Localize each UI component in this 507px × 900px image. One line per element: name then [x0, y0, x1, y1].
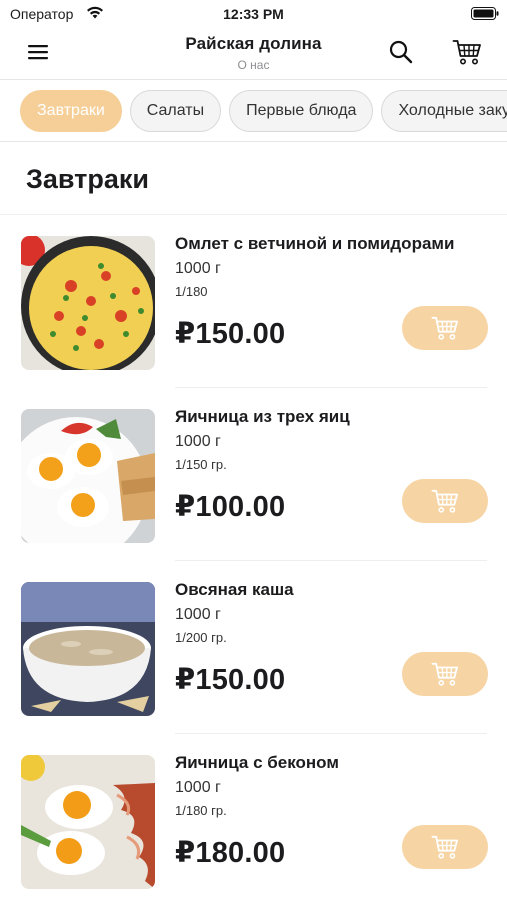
add-to-cart-button[interactable] — [402, 306, 488, 350]
category-chip-salads[interactable]: Салаты — [129, 90, 222, 132]
product-portion: 1/180 — [175, 284, 208, 299]
product-name: Яичница из трех яиц — [175, 407, 350, 426]
battery-icon — [471, 7, 499, 20]
product-image-oatmeal — [21, 582, 155, 716]
add-to-cart-button[interactable] — [402, 479, 488, 523]
product-portion: 1/150 гр. — [175, 457, 227, 472]
product-weight: 1000 г — [175, 779, 221, 796]
product-price: ₽100.00 — [175, 491, 286, 523]
add-to-cart-button[interactable] — [402, 825, 488, 869]
status-time: 12:33 PM — [223, 6, 284, 22]
product-price: ₽150.00 — [175, 664, 286, 696]
cart-add-icon — [431, 835, 458, 859]
product-name: Яичница с беконом — [175, 753, 339, 772]
product-card[interactable]: Омлет с ветчиной и помидорами 1000 г 1/1… — [0, 216, 507, 388]
divider — [0, 214, 507, 215]
product-weight: 1000 г — [175, 260, 221, 277]
app-header: Райская долина О нас — [0, 28, 507, 80]
product-card[interactable]: Овсяная каша 1000 г 1/200 гр. ₽150.00 — [0, 562, 507, 734]
cart-add-icon — [431, 662, 458, 686]
product-portion: 1/200 гр. — [175, 630, 227, 645]
product-price: ₽150.00 — [175, 318, 286, 350]
product-image-omelette — [21, 236, 155, 370]
product-weight: 1000 г — [175, 606, 221, 623]
about-link[interactable]: О нас — [0, 58, 507, 72]
product-image-eggs-bacon — [21, 755, 155, 889]
category-tabs: Завтраки Салаты Первые блюда Холодные за… — [0, 80, 507, 142]
category-chip-cold-appetizers[interactable]: Холодные закуски — [381, 90, 507, 132]
add-to-cart-button[interactable] — [402, 652, 488, 696]
cart-add-icon — [431, 316, 458, 340]
product-weight: 1000 г — [175, 433, 221, 450]
restaurant-title: Райская долина — [185, 34, 322, 53]
product-price: ₽180.00 — [175, 837, 286, 869]
search-icon[interactable] — [388, 39, 414, 65]
product-portion: 1/180 гр. — [175, 803, 227, 818]
divider — [175, 387, 487, 388]
divider — [175, 560, 487, 561]
cart-add-icon — [431, 489, 458, 513]
product-card[interactable]: Яичница с беконом 1000 г 1/180 гр. ₽180.… — [0, 735, 507, 900]
divider — [175, 733, 487, 734]
product-card[interactable]: Яичница из трех яиц 1000 г 1/150 гр. ₽10… — [0, 389, 507, 561]
product-name: Овсяная каша — [175, 580, 294, 599]
product-image-fried-eggs — [21, 409, 155, 543]
category-chip-first-courses[interactable]: Первые блюда — [229, 90, 374, 132]
category-chip-breakfast[interactable]: Завтраки — [20, 90, 122, 132]
product-name: Омлет с ветчиной и помидорами — [175, 234, 455, 253]
status-bar: Оператор 12:33 PM — [0, 0, 507, 28]
shopping-cart-icon[interactable] — [452, 38, 482, 66]
section-title: Завтраки — [26, 164, 150, 194]
